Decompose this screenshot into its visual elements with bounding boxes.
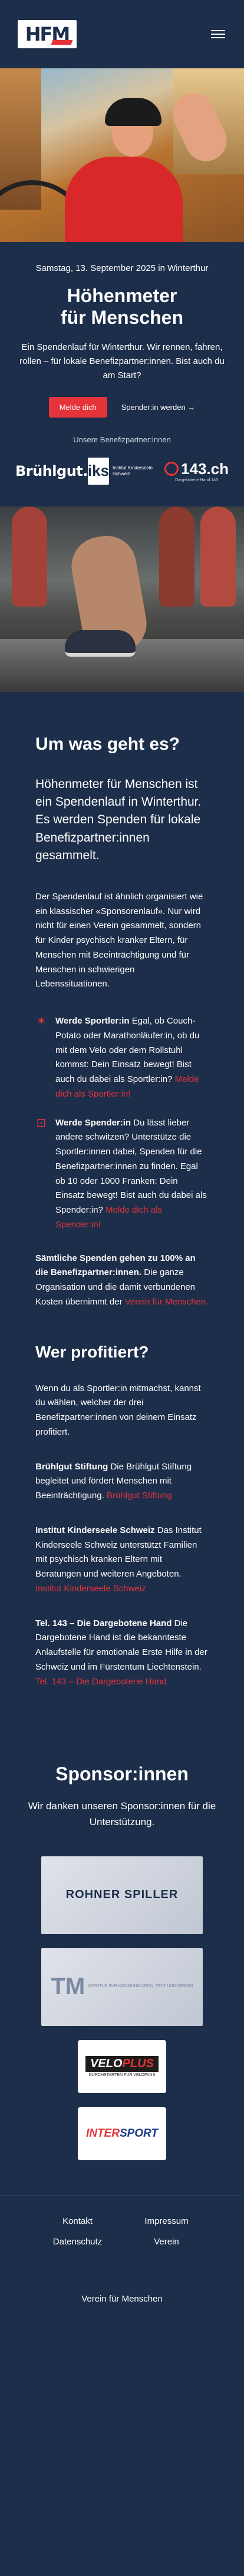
beneficiary-bruehlgut: Brühlgut Stiftung Die Brühlgut Stiftung … xyxy=(35,1460,209,1504)
beneficiary-tel143: Tel. 143 – Die Dargebotene Hand Die Darg… xyxy=(35,1617,209,1690)
about-heading: Um was geht es? xyxy=(35,734,180,754)
sponsors-text: Wir danken unseren Sponsor:innen für die… xyxy=(28,1800,216,1828)
footer-link-verein[interactable]: Verein xyxy=(122,2237,211,2247)
feature-athlete: ✶ Werde Sportler:in Egal, ob Couch-Potat… xyxy=(35,1014,209,1102)
intersport-logo: INTERSPORT xyxy=(85,2127,159,2140)
feature-athlete-text: Werde Sportler:in Egal, ob Couch-Potato … xyxy=(55,1014,209,1102)
about-section: Um was geht es? Höhenmeter für Menschen … xyxy=(0,692,244,1733)
site-logo[interactable]: HFM xyxy=(18,20,77,48)
beneficiary-kinderseele: Institut Kinderseele Schweiz Das Institu… xyxy=(35,1524,209,1597)
partners-label: Unsere Benefizpartner:innen xyxy=(73,435,171,444)
sponsors-section: Sponsor:innen Wir danken unseren Sponsor… xyxy=(0,1733,244,2196)
feature-donor-text: Werde Spender:in Du lässt lieber andere … xyxy=(55,1116,209,1233)
beneficiary-kinderseele-name: Institut Kinderseele Schweiz xyxy=(35,1525,155,1535)
partner-logos: Brühlgut. iks Institut Kinderseele Schwe… xyxy=(15,453,229,489)
feature-donor-title: Werde Spender:in xyxy=(55,1117,131,1128)
feature-athlete-title: Werde Sportler:in xyxy=(55,1016,130,1027)
sponsors-heading: Sponsor:innen xyxy=(55,1763,189,1785)
site-footer: Kontakt Impressum Datenschutz Verein Ver… xyxy=(0,2195,244,2319)
kinderseele-link[interactable]: Institut Kinderseele Schweiz xyxy=(35,1584,146,1594)
hero-image-cyclist xyxy=(0,68,244,242)
register-button[interactable]: Melde dich xyxy=(48,396,107,418)
tel143-subtitle: Dargebotene Hand 143 xyxy=(175,478,218,482)
about-paragraph: Der Spendenlauf ist ähnlich organisiert … xyxy=(35,891,203,989)
beneficiary-tel143-name: Tel. 143 – Die Dargebotene Hand xyxy=(35,1618,172,1628)
profit-heading: Wer profitiert? xyxy=(35,1342,149,1361)
sponsor-rohner-spiller[interactable]: ROHNER SPILLER xyxy=(41,1856,203,1934)
event-date: Samstag, 13. September 2025 in Winterthu… xyxy=(35,263,209,273)
footer-link-impressum[interactable]: Impressum xyxy=(122,2216,211,2226)
kinderseele-logo[interactable]: iks Institut Kinderseele Schweiz xyxy=(87,457,164,485)
rohner-spiller-logo: ROHNER SPILLER xyxy=(65,1888,179,1902)
copyright: Verein für Menschen xyxy=(81,2293,163,2304)
event-description: Ein Spendenlauf für Winterthur. Wir renn… xyxy=(19,342,225,380)
page-title: Höhenmeter für Menschen xyxy=(15,285,229,329)
sponsor-tm[interactable]: TM AGENTUR FÜR KOMMUNIKATION, TEXT UND D… xyxy=(41,1948,203,2026)
feature-donor-body: Du lässt lieber andere schwitzen? Unters… xyxy=(55,1117,207,1216)
title-line-2: für Menschen xyxy=(60,306,184,328)
footer-nav: Kontakt Impressum Datenschutz Verein xyxy=(33,2216,211,2247)
footer-link-datenschutz[interactable]: Datenschutz xyxy=(33,2237,122,2247)
verein-link[interactable]: Verein für Menschen. xyxy=(125,1297,209,1307)
profit-intro: Wenn du als Sportler:in mitmachst, kanns… xyxy=(35,1383,201,1437)
beneficiary-bruehlgut-name: Brühlgut Stiftung xyxy=(35,1461,108,1472)
footer-link-kontakt[interactable]: Kontakt xyxy=(33,2216,122,2226)
veloplus-subtitle: DURCHSTARTEN FÜR VELOFANS xyxy=(88,2072,156,2077)
tel143-name: 143.ch xyxy=(181,459,229,478)
tel143-mark-icon xyxy=(164,462,179,476)
cta-row: Melde dich Spender:in werden → xyxy=(15,396,229,418)
sponsor-intersport[interactable]: INTERSPORT xyxy=(78,2107,166,2160)
event-intro: Samstag, 13. September 2025 in Winterthu… xyxy=(0,242,244,506)
about-lead: Höhenmeter für Menschen ist ein Spendenl… xyxy=(35,777,202,863)
tel143-link[interactable]: Tel. 143 – Die Dargebotene Hand xyxy=(35,1677,167,1687)
sponsor-veloplus[interactable]: VELOPLUS DURCHSTARTEN FÜR VELOFANS xyxy=(78,2039,166,2093)
hero-image-runner xyxy=(0,506,244,692)
veloplus-logo: VELOPLUS xyxy=(85,2055,159,2072)
donations-note: Sämtliche Spenden gehen zu 100% an die B… xyxy=(35,1251,209,1310)
become-donor-link[interactable]: Spender:in werden → xyxy=(121,403,196,412)
feature-donor: ⊡ Werde Spender:in Du lässt lieber ander… xyxy=(35,1116,209,1233)
title-line-1: Höhenmeter xyxy=(67,285,177,306)
tm-subtitle: AGENTUR FÜR KOMMUNIKATION, TEXT UND DESI… xyxy=(87,1984,193,1989)
iks-text: Institut Kinderseele Schweiz xyxy=(113,465,153,476)
iks-mark: iks xyxy=(87,457,110,485)
site-header: HFM xyxy=(0,0,244,68)
tel143-logo[interactable]: 143.ch Dargebotene Hand 143 xyxy=(164,460,229,482)
tm-logo: TM xyxy=(51,1974,85,2000)
logo-accent-bar xyxy=(51,40,73,45)
bruehlgut-logo[interactable]: Brühlgut. xyxy=(15,463,88,479)
bruehlgut-link[interactable]: Brühlgut Stiftung xyxy=(107,1491,172,1501)
hamburger-menu-icon[interactable] xyxy=(210,28,226,41)
donation-icon: ⊡ xyxy=(36,1116,47,1130)
athlete-icon: ✶ xyxy=(36,1015,47,1028)
